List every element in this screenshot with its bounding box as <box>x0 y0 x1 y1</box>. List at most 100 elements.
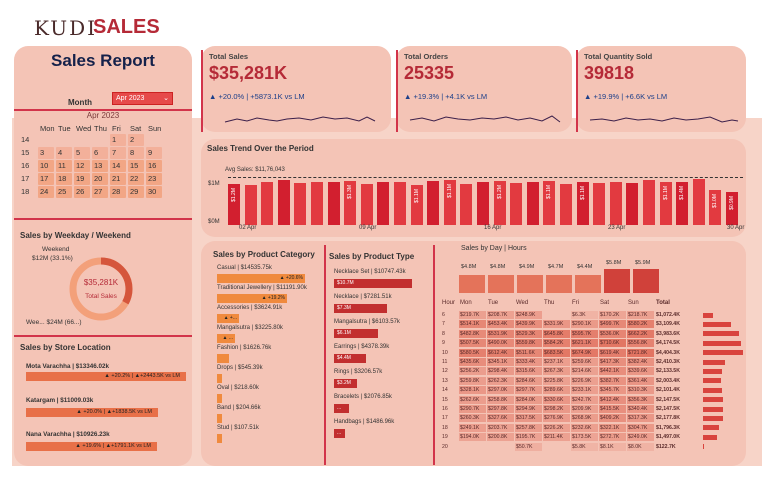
category-bar[interactable] <box>217 434 222 443</box>
day-total-box[interactable] <box>604 269 630 293</box>
calendar-day[interactable]: 13 <box>92 160 108 172</box>
row-total[interactable]: $2,147.5K <box>655 405 683 413</box>
table-cell[interactable]: $482.8K <box>459 329 486 338</box>
trend-bar[interactable] <box>593 182 606 225</box>
calendar-day[interactable]: 20 <box>92 173 108 185</box>
month-dropdown[interactable]: Apr 2023 ⌄ <box>112 92 173 105</box>
category-bar[interactable] <box>217 394 222 403</box>
table-cell[interactable]: $170.2K <box>599 311 626 319</box>
trend-bar[interactable] <box>311 182 323 225</box>
trend-bar[interactable] <box>261 182 274 225</box>
table-cell[interactable]: $284.0K <box>515 395 542 404</box>
table-cell[interactable]: $322.1K <box>599 423 626 432</box>
trend-bar[interactable]: $1.2M <box>228 183 240 225</box>
calendar-day[interactable]: 18 <box>56 173 72 185</box>
table-cell[interactable]: $674.9K <box>571 348 598 357</box>
row-total[interactable]: $1,796.3K <box>655 424 683 432</box>
type-bar[interactable]: $4.4M <box>334 354 366 363</box>
table-cell[interactable]: $211.4K <box>543 433 570 442</box>
table-cell[interactable]: $233.1K <box>571 386 598 395</box>
row-total[interactable]: $1,072.4K <box>655 311 683 319</box>
category-bar[interactable] <box>217 374 222 383</box>
trend-bar[interactable] <box>692 178 705 225</box>
calendar-day[interactable]: 29 <box>128 186 144 198</box>
table-cell[interactable]: $209.9K <box>571 405 598 413</box>
row-total[interactable]: $2,101.4K <box>655 386 683 394</box>
calendar-day[interactable]: 26 <box>74 186 90 198</box>
table-cell[interactable]: $208.7K <box>487 311 514 319</box>
table-cell[interactable]: $511.6K <box>515 348 542 357</box>
table-cell[interactable]: $297.7K <box>515 386 542 395</box>
table-cell[interactable]: $50.7K <box>515 442 542 451</box>
table-cell[interactable]: $194.0K <box>459 433 486 442</box>
table-cell[interactable]: $298.2K <box>543 405 570 413</box>
calendar-day[interactable]: 17 <box>38 173 54 185</box>
category-bar[interactable] <box>217 354 229 363</box>
table-cell[interactable]: $612.4K <box>487 348 514 357</box>
calendar-day[interactable]: 27 <box>92 186 108 198</box>
table-cell[interactable]: $262.6K <box>459 395 486 404</box>
calendar-day[interactable]: 15 <box>128 160 144 172</box>
table-cell[interactable]: $237.1K <box>543 358 570 366</box>
table-cell[interactable]: $382.4K <box>627 358 654 366</box>
table-cell[interactable]: $490.0K <box>487 339 514 348</box>
type-bar[interactable]: $6.1M <box>334 329 378 338</box>
trend-bar[interactable]: $1.2M <box>493 181 506 225</box>
calendar-day[interactable]: 28 <box>110 186 126 198</box>
row-total[interactable]: $4,174.5K <box>655 339 683 347</box>
table-cell[interactable]: $710.6K <box>599 339 626 348</box>
type-bar[interactable]: ... <box>334 404 349 413</box>
calendar-day[interactable]: 24 <box>38 186 54 198</box>
table-cell[interactable]: $8.0K <box>627 442 654 451</box>
table-cell[interactable]: $580.5K <box>459 348 486 357</box>
trend-bar[interactable] <box>560 183 572 225</box>
table-cell[interactable]: $556.8K <box>627 339 654 348</box>
table-cell[interactable]: $195.7K <box>515 433 542 442</box>
table-cell[interactable]: $298.4K <box>487 367 514 376</box>
table-cell[interactable]: $315.6K <box>515 367 542 376</box>
table-cell[interactable]: $619.4K <box>599 348 626 357</box>
table-cell[interactable]: $249.0K <box>627 433 654 442</box>
table-cell[interactable]: $290.7K <box>459 405 486 413</box>
table-cell[interactable] <box>459 443 486 451</box>
table-cell[interactable] <box>487 443 514 451</box>
table-cell[interactable]: $529.3K <box>515 329 542 338</box>
table-cell[interactable]: $327.6K <box>487 414 514 423</box>
trend-bar[interactable] <box>327 182 340 225</box>
table-cell[interactable]: $289.6K <box>543 386 570 395</box>
type-bar[interactable]: $3.2M <box>334 379 357 388</box>
table-cell[interactable] <box>543 311 570 319</box>
day-total-box[interactable] <box>546 275 572 293</box>
category-bar[interactable]: ▲ +19.2% <box>217 294 287 303</box>
type-bar[interactable]: ... <box>334 429 345 438</box>
table-cell[interactable]: $173.5K <box>571 433 598 442</box>
row-total[interactable]: $122.7K <box>655 443 683 451</box>
trend-bar[interactable]: $1.1M <box>543 181 556 225</box>
calendar-day[interactable]: 22 <box>128 173 144 185</box>
table-cell[interactable]: $683.5K <box>543 348 570 357</box>
trend-bar[interactable] <box>609 182 622 225</box>
category-bar[interactable]: ▲ ... <box>217 334 235 343</box>
trend-bar[interactable] <box>477 182 489 225</box>
table-cell[interactable]: $499.7K <box>599 320 626 329</box>
calendar-day[interactable]: 30 <box>146 186 162 198</box>
row-total[interactable]: $2,003.4K <box>655 377 683 385</box>
trend-bar[interactable] <box>626 183 639 225</box>
table-cell[interactable]: $317.3K <box>627 414 654 423</box>
table-cell[interactable]: $5.8K <box>571 442 598 451</box>
day-total-box[interactable] <box>488 275 514 293</box>
trend-bar[interactable] <box>244 185 257 225</box>
table-cell[interactable]: $226.2K <box>543 423 570 432</box>
table-cell[interactable]: $200.8K <box>487 433 514 442</box>
table-cell[interactable]: $536.0K <box>599 329 626 338</box>
table-cell[interactable]: $226.9K <box>571 376 598 385</box>
row-total[interactable]: $2,147.5K <box>655 396 683 404</box>
table-cell[interactable]: $219.7K <box>459 311 486 319</box>
table-cell[interactable]: $272.7K <box>599 433 626 442</box>
table-cell[interactable]: $345.7K <box>599 386 626 395</box>
calendar-day[interactable]: 7 <box>110 147 126 159</box>
calendar-day[interactable]: 6 <box>92 147 108 159</box>
table-cell[interactable]: $317.5K <box>515 414 542 423</box>
trend-bar[interactable] <box>277 180 290 225</box>
table-cell[interactable]: $262.3K <box>487 376 514 385</box>
